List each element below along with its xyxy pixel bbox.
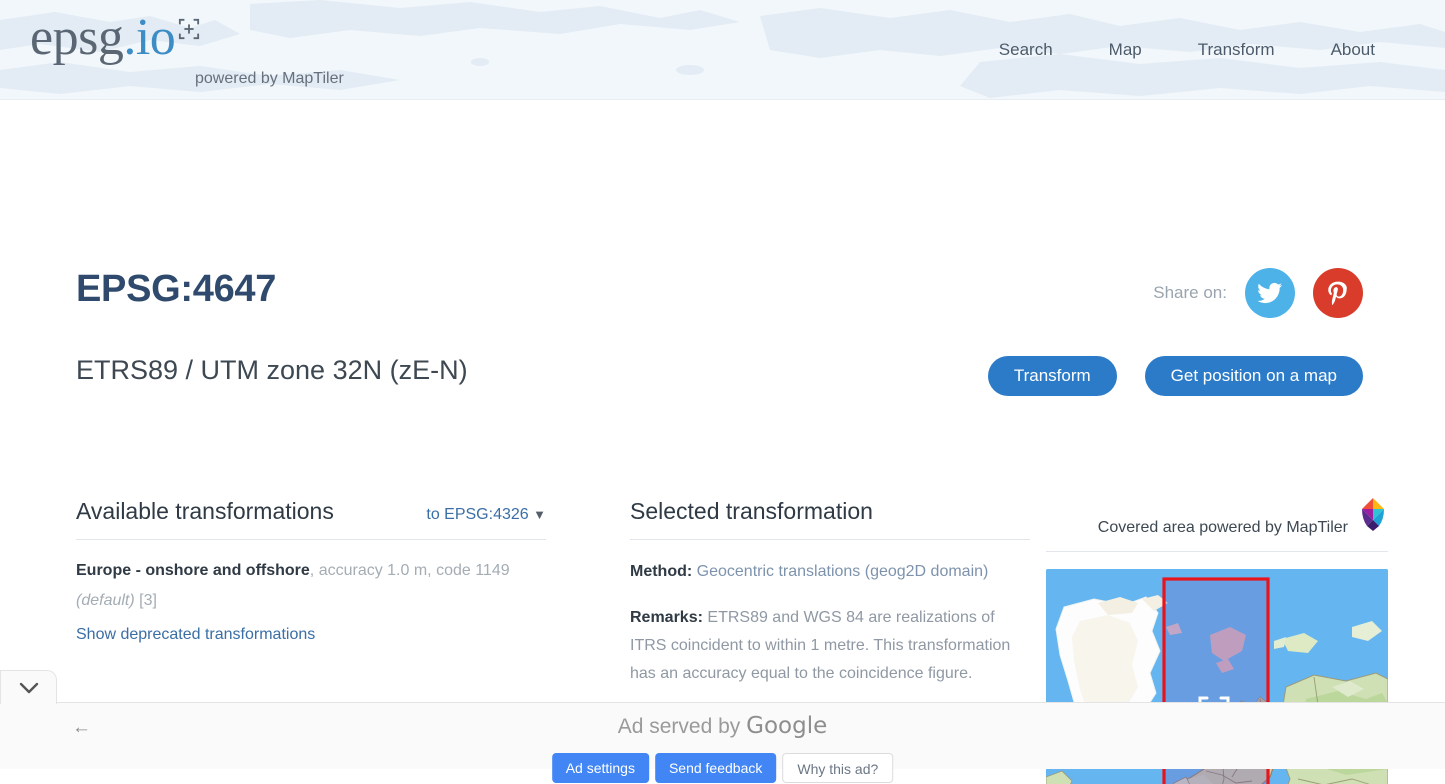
epsg-code: EPSG:4647 — [76, 268, 276, 311]
available-transformations-header: Available transformations to EPSG:4326 ▼ — [76, 498, 546, 540]
brand-text-epsg: epsg — [30, 9, 123, 66]
brand-wordmark: epsg.io — [30, 10, 175, 66]
available-transformations-title: Available transformations — [76, 498, 334, 525]
ad-served-by-label: Ad served by Google — [0, 713, 1445, 739]
site-header: epsg.io powered by MapTiler Search Map T… — [0, 0, 1445, 100]
twitter-bird-icon — [1257, 280, 1283, 306]
selected-transformation-header: Selected transformation — [630, 498, 1030, 540]
nav-item-map[interactable]: Map — [1109, 40, 1142, 60]
chevron-down-icon — [18, 681, 40, 695]
google-ad-overlay: ← Ad served by Google Ad settings Send f… — [0, 702, 1445, 769]
get-position-on-map-button[interactable]: Get position on a map — [1145, 356, 1363, 396]
crosshair-target-icon — [178, 18, 200, 40]
method-value: Geocentric translations (geog2D domain) — [697, 563, 989, 580]
selected-transformation-panel: Selected transformation Method: Geocentr… — [630, 498, 1030, 734]
google-wordmark: Google — [746, 713, 827, 739]
transform-button[interactable]: Transform — [988, 356, 1117, 396]
brand-text-dot: . — [123, 9, 136, 66]
covered-area-label: Covered area powered by MapTiler — [1098, 519, 1348, 537]
remarks-label: Remarks: — [630, 609, 703, 626]
send-feedback-button[interactable]: Send feedback — [655, 753, 776, 783]
brand-tagline: powered by MapTiler — [195, 70, 344, 88]
show-deprecated-transformations-link[interactable]: Show deprecated transformations — [76, 626, 546, 644]
method-label: Method: — [630, 563, 692, 580]
transformation-count: [3] — [139, 592, 157, 609]
ad-settings-button[interactable]: Ad settings — [552, 753, 649, 783]
share-section: Share on: — [1153, 268, 1363, 318]
maptiler-diamond-logo — [1358, 498, 1388, 532]
chevron-down-icon: ▼ — [533, 507, 546, 522]
nav-item-transform[interactable]: Transform — [1198, 40, 1275, 60]
covered-area-header: Covered area powered by MapTiler — [1046, 498, 1388, 552]
target-crs-label: to EPSG:4326 — [426, 506, 528, 523]
nav-item-search[interactable]: Search — [999, 40, 1053, 60]
selected-transformation-title: Selected transformation — [630, 498, 873, 525]
main-navigation: Search Map Transform About — [999, 40, 1375, 60]
nav-item-about[interactable]: About — [1331, 40, 1375, 60]
transformation-default-flag: (default) — [76, 592, 135, 609]
transformation-code: code 1149 — [436, 562, 510, 579]
action-buttons: Transform Get position on a map — [988, 356, 1363, 396]
transformation-area-name: Europe - onshore and offshore — [76, 562, 310, 579]
ad-served-text: Ad served by — [618, 715, 741, 738]
brand-text-io: io — [136, 9, 175, 66]
site-logo[interactable]: epsg.io powered by MapTiler — [30, 10, 175, 66]
method-field: Method: Geocentric translations (geog2D … — [630, 558, 1030, 586]
ad-action-buttons: Ad settings Send feedback Why this ad? — [552, 753, 894, 783]
pinterest-icon — [1325, 280, 1351, 306]
transformation-accuracy: , accuracy 1.0 m, — [310, 562, 432, 579]
share-twitter-button[interactable] — [1245, 268, 1295, 318]
epsg-name: ETRS89 / UTM zone 32N (zE-N) — [76, 355, 468, 386]
target-crs-dropdown[interactable]: to EPSG:4326 ▼ — [426, 506, 546, 524]
share-pinterest-button[interactable] — [1313, 268, 1363, 318]
ad-collapse-toggle[interactable] — [0, 670, 57, 704]
page-title: EPSG:4647 — [76, 268, 276, 311]
share-label: Share on: — [1153, 283, 1227, 303]
transformation-list-item[interactable]: Europe - onshore and offshore, accuracy … — [76, 556, 546, 616]
available-transformations-panel: Available transformations to EPSG:4326 ▼… — [76, 498, 546, 644]
why-this-ad-button[interactable]: Why this ad? — [782, 753, 893, 783]
remarks-field: Remarks: ETRS89 and WGS 84 are realizati… — [630, 604, 1030, 688]
